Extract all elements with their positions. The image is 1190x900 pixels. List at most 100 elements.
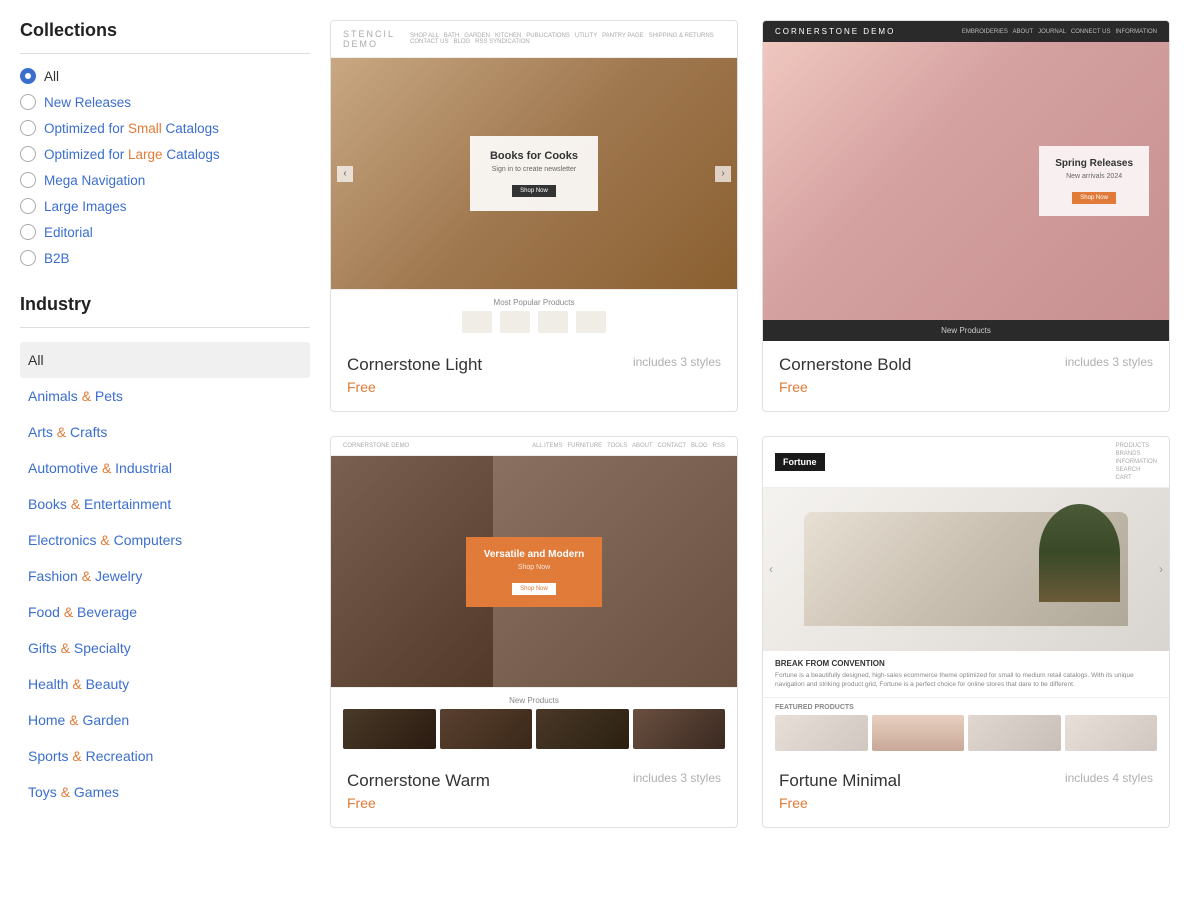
collection-mega-navigation-label: Mega Navigation (44, 173, 145, 188)
cornerstone-warm-card-top: Cornerstone Warm includes 3 styles (347, 771, 721, 791)
collection-new-releases-label: New Releases (44, 95, 131, 110)
radio-circle-large-images (20, 198, 36, 214)
cornerstone-bold-name: Cornerstone Bold (779, 355, 911, 375)
radio-circle-mega-navigation (20, 172, 36, 188)
stencil-carousel-arrows[interactable]: ‹ › (331, 166, 737, 182)
cornerstone-light-card-top: Cornerstone Light includes 3 styles (347, 355, 721, 375)
warm-preview-inner: CORNERSTONE DEMO ALL ITEMS FURNITURE TOO… (331, 437, 737, 757)
industry-health[interactable]: Health & Beauty (20, 666, 310, 702)
warm-product-4 (633, 709, 726, 749)
fortune-product-2 (872, 715, 965, 751)
stencil-next-arrow[interactable]: › (715, 166, 731, 182)
cornerstone-warm-styles: includes 3 styles (633, 771, 721, 785)
fortune-nav-cart: CART (1115, 475, 1157, 481)
fortune-next-arrow[interactable]: › (1159, 562, 1163, 576)
theme-card-cornerstone-bold[interactable]: CORNERSTONE DEMO EMBROIDERIES ABOUT JOUR… (762, 20, 1170, 412)
radio-circle-editorial (20, 224, 36, 240)
industry-divider (20, 327, 310, 328)
industry-gifts[interactable]: Gifts & Specialty (20, 630, 310, 666)
industry-fashion[interactable]: Fashion & Jewelry (20, 558, 310, 594)
fortune-minimal-card-top: Fortune Minimal includes 4 styles (779, 771, 1153, 791)
stencil-prev-arrow[interactable]: ‹ (337, 166, 353, 182)
stencil-popular-label: Most Popular Products (343, 298, 725, 307)
warm-hero-title: Versatile and Modern (484, 549, 585, 560)
cornerstone-bold-styles: includes 3 styles (1065, 355, 1153, 369)
fortune-plant (1039, 504, 1120, 602)
theme-preview-cornerstone-warm: CORNERSTONE DEMO ALL ITEMS FURNITURE TOO… (331, 437, 737, 757)
industry-books[interactable]: Books & Entertainment (20, 486, 310, 522)
fortune-minimal-info: Fortune Minimal includes 4 styles Free (763, 757, 1169, 827)
bold-hero-btn[interactable]: Shop Now (1072, 192, 1116, 204)
collection-editorial[interactable]: Editorial (20, 224, 310, 240)
collection-b2b[interactable]: B2B (20, 250, 310, 266)
collection-large-images[interactable]: Large Images (20, 198, 310, 214)
fortune-nav-search: SEARCH (1115, 467, 1157, 473)
industry-home[interactable]: Home & Garden (20, 702, 310, 738)
collection-b2b-label: B2B (44, 251, 70, 266)
fortune-minimal-price: Free (779, 795, 1153, 811)
stencil-nav: STENCIL DEMO SHOP ALL BATH GARDEN KITCHE… (331, 21, 737, 58)
warm-products-row (343, 709, 725, 749)
cornerstone-light-price: Free (347, 379, 721, 395)
industry-title: Industry (20, 294, 310, 315)
fortune-minimal-styles: includes 4 styles (1065, 771, 1153, 785)
industry-toys[interactable]: Toys & Games (20, 774, 310, 810)
fortune-nav: Fortune PRODUCTS BRANDS INFORMATION SEAR… (763, 437, 1169, 488)
fortune-product-3 (968, 715, 1061, 751)
collection-large-catalogs-label: Optimized for Large Catalogs (44, 147, 220, 162)
industry-sports[interactable]: Sports & Recreation (20, 738, 310, 774)
industry-food[interactable]: Food & Beverage (20, 594, 310, 630)
industry-electronics[interactable]: Electronics & Computers (20, 522, 310, 558)
industry-animals[interactable]: Animals & Pets (20, 378, 310, 414)
cornerstone-bold-info: Cornerstone Bold includes 3 styles Free (763, 341, 1169, 411)
theme-preview-fortune-minimal: Fortune PRODUCTS BRANDS INFORMATION SEAR… (763, 437, 1169, 757)
theme-preview-cornerstone-light: STENCIL DEMO SHOP ALL BATH GARDEN KITCHE… (331, 21, 737, 341)
warm-new-products-label: New Products (343, 696, 725, 705)
collection-small-catalogs-label: Optimized for Small Catalogs (44, 121, 219, 136)
cornerstone-light-name: Cornerstone Light (347, 355, 482, 375)
stencil-hero: ‹ › Books for Cooks Sign in to create ne… (331, 58, 737, 289)
collection-all[interactable]: All (20, 68, 310, 84)
stencil-logo: STENCIL DEMO (343, 29, 410, 49)
warm-hero-btn[interactable]: Shop Now (512, 583, 556, 595)
stencil-preview-inner: STENCIL DEMO SHOP ALL BATH GARDEN KITCHE… (331, 21, 737, 341)
industry-all[interactable]: All (20, 342, 310, 378)
fortune-nav-products: PRODUCTS (1115, 443, 1157, 449)
bold-nav: CORNERSTONE DEMO EMBROIDERIES ABOUT JOUR… (763, 21, 1169, 42)
stencil-nav-links: SHOP ALL BATH GARDEN KITCHEN PUBLICATION… (410, 33, 725, 45)
radio-circle-new-releases (20, 94, 36, 110)
bold-bottom: New Products (763, 320, 1169, 341)
collection-large-catalogs[interactable]: Optimized for Large Catalogs (20, 146, 310, 162)
warm-product-2 (440, 709, 533, 749)
collection-mega-navigation[interactable]: Mega Navigation (20, 172, 310, 188)
fortune-prev-arrow[interactable]: ‹ (769, 562, 773, 576)
product-dot-2 (500, 311, 530, 333)
fortune-logo: Fortune (775, 453, 825, 471)
cornerstone-bold-card-top: Cornerstone Bold includes 3 styles (779, 355, 1153, 375)
themes-grid: STENCIL DEMO SHOP ALL BATH GARDEN KITCHE… (330, 20, 1170, 828)
bold-preview-inner: CORNERSTONE DEMO EMBROIDERIES ABOUT JOUR… (763, 21, 1169, 341)
collection-new-releases[interactable]: New Releases (20, 94, 310, 110)
warm-bottom: New Products (331, 687, 737, 757)
fortune-carousel-arrows[interactable]: ‹ › (763, 562, 1169, 576)
fortune-content: BREAK FROM CONVENTION Fortune is a beaut… (763, 651, 1169, 697)
bold-new-products-label: New Products (941, 326, 991, 335)
industry-automotive[interactable]: Automotive & Industrial (20, 450, 310, 486)
bold-hero-women (954, 42, 978, 320)
theme-card-cornerstone-light[interactable]: STENCIL DEMO SHOP ALL BATH GARDEN KITCHE… (330, 20, 738, 412)
fortune-nav-links: PRODUCTS BRANDS INFORMATION SEARCH CART (1115, 443, 1157, 481)
theme-card-fortune-minimal[interactable]: Fortune PRODUCTS BRANDS INFORMATION SEAR… (762, 436, 1170, 828)
collection-editorial-label: Editorial (44, 225, 93, 240)
stencil-product-dots (343, 311, 725, 333)
sidebar: Collections All New Releases Optimized f… (20, 20, 310, 828)
cornerstone-bold-price: Free (779, 379, 1153, 395)
industry-arts[interactable]: Arts & Crafts (20, 414, 310, 450)
theme-card-cornerstone-warm[interactable]: CORNERSTONE DEMO ALL ITEMS FURNITURE TOO… (330, 436, 738, 828)
warm-product-3 (536, 709, 629, 749)
collection-small-catalogs[interactable]: Optimized for Small Catalogs (20, 120, 310, 136)
fortune-preview-inner: Fortune PRODUCTS BRANDS INFORMATION SEAR… (763, 437, 1169, 757)
fortune-products-row (775, 715, 1157, 751)
fortune-nav-information: INFORMATION (1115, 459, 1157, 465)
stencil-hero-btn[interactable]: Shop Now (512, 185, 556, 197)
cornerstone-light-styles: includes 3 styles (633, 355, 721, 369)
